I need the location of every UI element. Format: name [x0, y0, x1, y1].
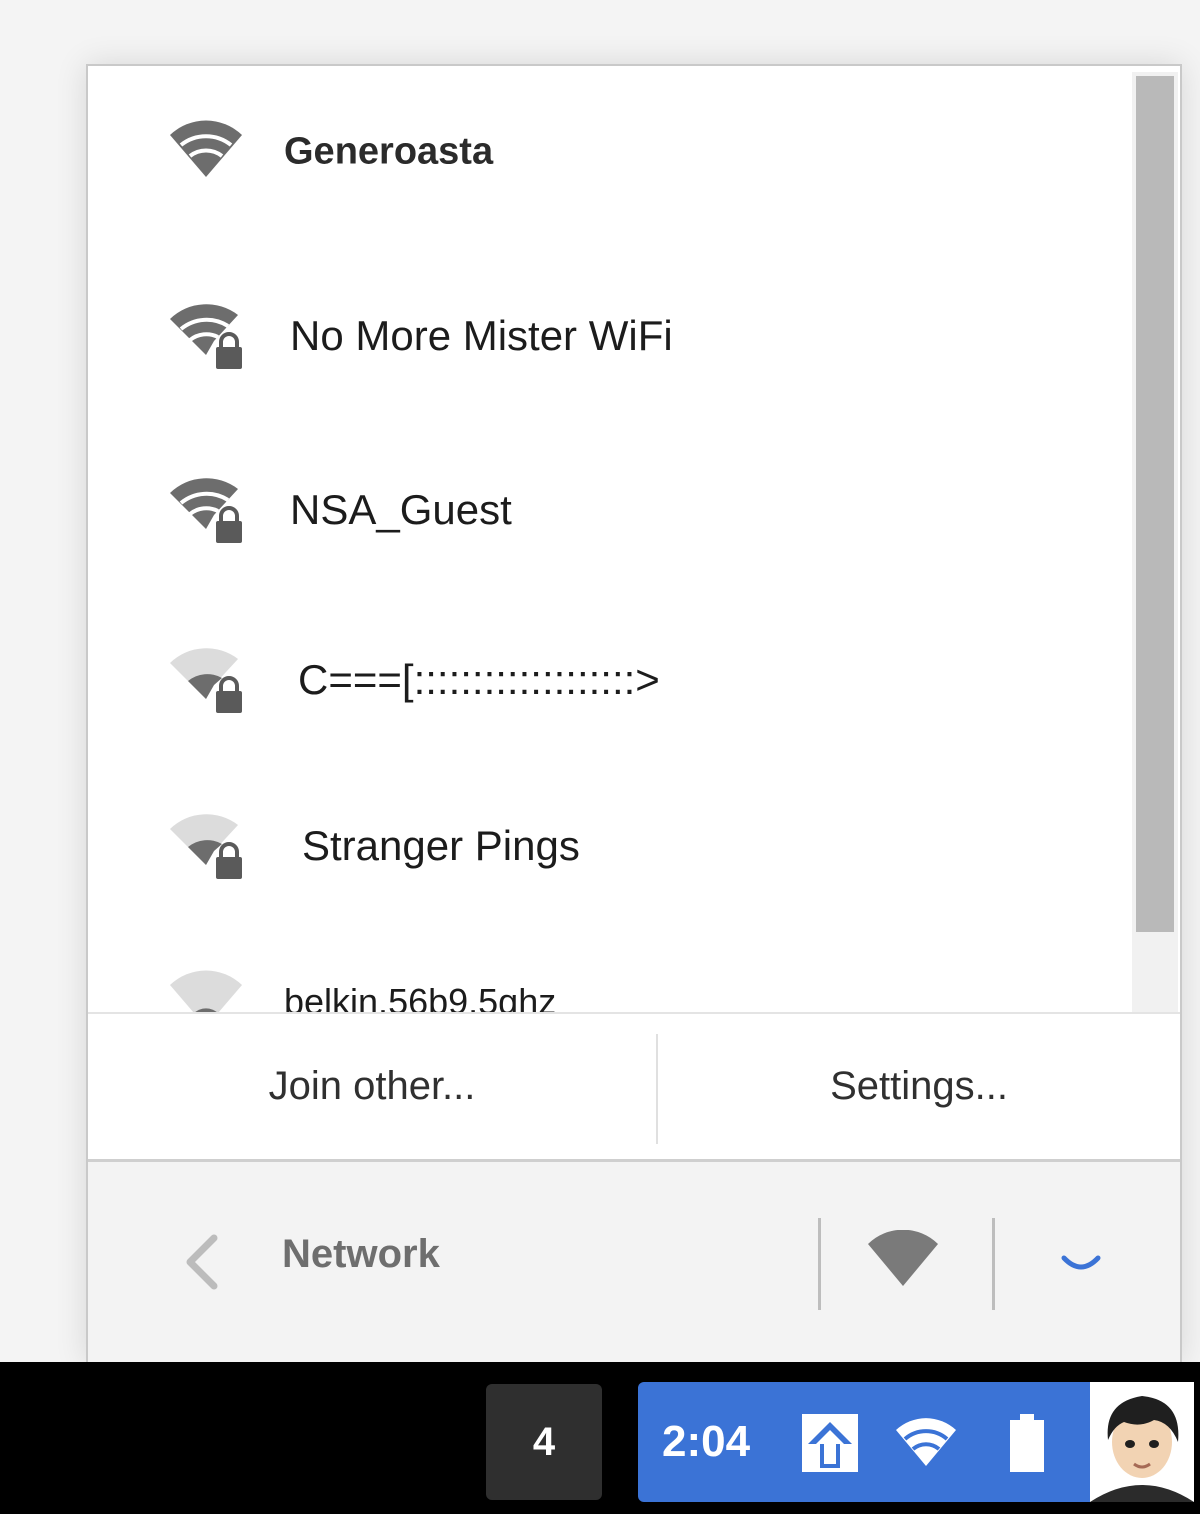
wifi-lock-icon — [170, 648, 242, 713]
status-tray[interactable]: 2:04 — [638, 1382, 1194, 1502]
network-item-c-sword[interactable]: C===[:::::::::::::::::::> — [88, 620, 1128, 740]
network-name: C===[:::::::::::::::::::> — [298, 656, 660, 703]
network-list: Generoasta No More Mister WiFi NSA_Guest… — [88, 66, 1128, 1012]
wifi-lock-icon — [170, 304, 242, 369]
network-name: Generoasta — [284, 130, 494, 173]
network-item-belkin[interactable]: belkin.56b9.5ghz — [88, 942, 1128, 1012]
wifi-icon[interactable] — [864, 1230, 944, 1290]
footer-title: Network — [282, 1232, 440, 1276]
network-name: belkin.56b9.5ghz — [284, 981, 557, 1012]
notification-badge[interactable]: 4 — [486, 1384, 602, 1500]
scrollbar-track[interactable] — [1132, 72, 1178, 1012]
shelf: 4 2:04 — [0, 1362, 1200, 1514]
footer-separator — [818, 1218, 821, 1310]
network-item-stranger-pings[interactable]: Stranger Pings — [88, 786, 1128, 906]
scrollbar-thumb[interactable] — [1136, 76, 1174, 932]
chevron-left-icon[interactable] — [168, 1222, 238, 1302]
wifi-icon — [170, 970, 242, 1012]
wifi-lock-icon — [170, 814, 242, 879]
avatar[interactable] — [1090, 1382, 1194, 1502]
join-other-button[interactable]: Join other... — [88, 1014, 656, 1159]
network-item-nsa-guest[interactable]: NSA_Guest — [88, 450, 1128, 570]
wifi-icon — [170, 120, 242, 177]
network-name: No More Mister WiFi — [290, 312, 673, 359]
network-name: Stranger Pings — [302, 822, 580, 869]
battery-icon — [1010, 1414, 1044, 1472]
clock: 2:04 — [662, 1417, 751, 1466]
footer-separator — [992, 1218, 995, 1310]
upload-icon — [802, 1414, 858, 1472]
network-popup: Generoasta No More Mister WiFi NSA_Guest… — [86, 64, 1182, 1366]
network-item-generoasta[interactable]: Generoasta — [88, 92, 1128, 212]
wifi-icon — [896, 1418, 956, 1466]
network-footer: Network — [88, 1162, 1180, 1366]
action-row: Join other... Settings... — [88, 1012, 1180, 1162]
wifi-lock-icon — [170, 478, 242, 543]
settings-button[interactable]: Settings... — [658, 1014, 1180, 1159]
network-item-no-more-mister-wifi[interactable]: No More Mister WiFi — [88, 276, 1128, 396]
network-name: NSA_Guest — [290, 486, 512, 533]
loading-spinner-icon — [1061, 1255, 1101, 1270]
